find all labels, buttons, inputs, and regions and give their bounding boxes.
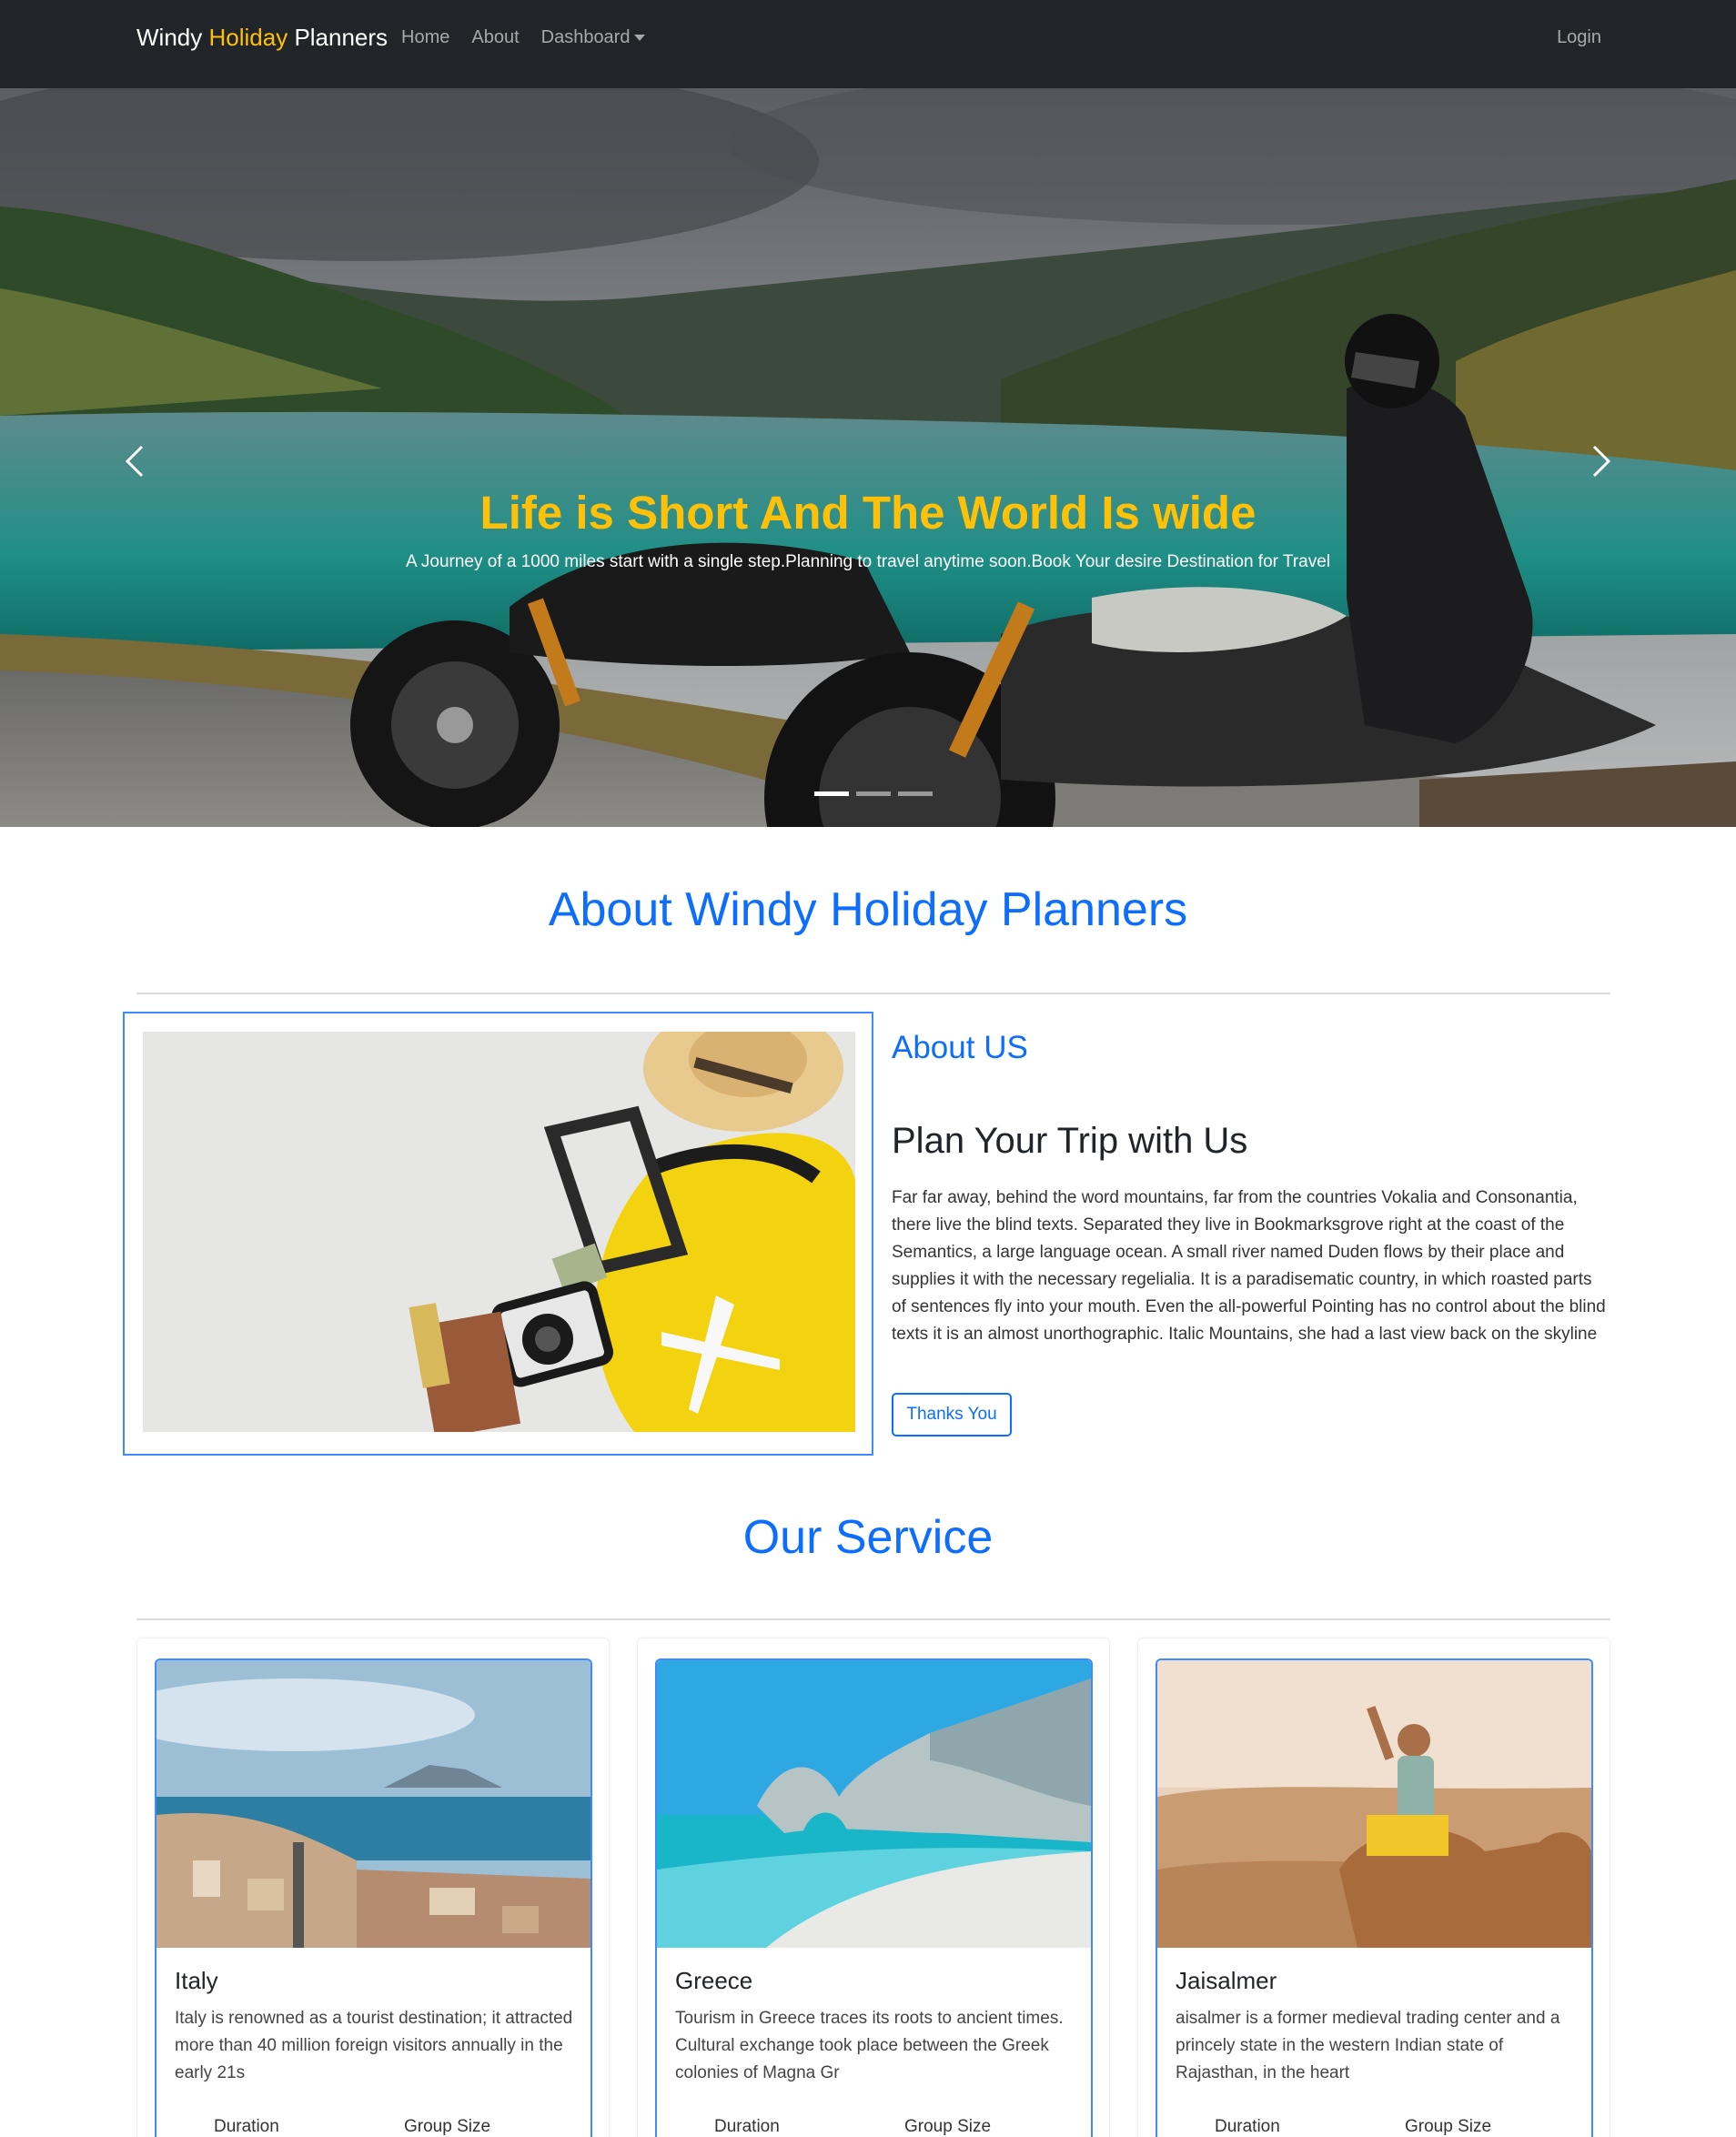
brand-text-planners: Planners <box>294 24 389 51</box>
service-section-title: Our Service <box>742 1511 994 1564</box>
group-size-label: Group Size <box>904 2117 992 2136</box>
about-us-heading: About US <box>892 1030 1028 1065</box>
login-link[interactable]: Login <box>1557 27 1601 48</box>
card-title: Italy <box>175 1967 218 1994</box>
thanks-you-button[interactable]: Thanks You <box>892 1393 1012 1436</box>
group-size-label: Group Size <box>404 2117 491 2136</box>
service-card-wrapper: Greece Tourism in Greece traces its root… <box>637 1638 1110 2137</box>
nav-link-about[interactable]: About <box>471 27 519 48</box>
card-description: Tourism in Greece traces its roots to an… <box>675 2009 1064 2082</box>
brand-logo[interactable]: Windy Holiday Planners <box>136 24 388 52</box>
duration-label: Duration <box>214 2117 279 2136</box>
carousel-prev-button[interactable] <box>107 434 162 489</box>
divider <box>136 1618 1610 1620</box>
carousel-indicator-3[interactable] <box>898 791 933 796</box>
service-card-wrapper: Jaisalmer aisalmer is a former medieval … <box>1137 1638 1610 2137</box>
service-card-jaisalmer[interactable]: Jaisalmer aisalmer is a former medieval … <box>1156 1658 1593 2137</box>
duration-label: Duration <box>1215 2117 1280 2136</box>
service-card-greece[interactable]: Greece Tourism in Greece traces its root… <box>655 1658 1093 2137</box>
brand-text-windy: Windy <box>136 24 203 51</box>
card-description: Italy is renowned as a tourist destinati… <box>175 2009 573 2082</box>
divider <box>136 993 1610 994</box>
hero-subtitle: A Journey of a 1000 miles start with a s… <box>405 552 1330 571</box>
group-size-label: Group Size <box>1405 2117 1492 2136</box>
card-description: aisalmer is a former medieval trading ce… <box>1176 2009 1560 2082</box>
italy-image <box>156 1660 590 1948</box>
hero-title: Life is Short And The World Is wide <box>479 487 1257 539</box>
service-card-wrapper: Italy Italy is renowned as a tourist des… <box>136 1638 610 2137</box>
carousel-indicator-2[interactable] <box>856 791 891 796</box>
nav-links: Home About Dashboard <box>401 27 667 48</box>
brand-text-holiday: Holiday <box>208 24 288 51</box>
jaisalmer-image <box>1157 1660 1591 1948</box>
travel-essentials-image <box>143 1032 855 1432</box>
greece-image <box>657 1660 1091 1948</box>
about-section-title: About Windy Holiday Planners <box>548 883 1188 936</box>
about-image-frame <box>123 1012 873 1456</box>
about-paragraph: Far far away, behind the word mountains,… <box>892 1188 1606 1344</box>
hero-image <box>0 88 1736 827</box>
service-card-italy[interactable]: Italy Italy is renowned as a tourist des… <box>155 1658 592 2137</box>
chevron-right-icon <box>1592 445 1611 478</box>
carousel-indicator-1[interactable] <box>814 791 849 796</box>
duration-label: Duration <box>714 2117 780 2136</box>
carousel-indicators <box>814 791 933 796</box>
hero-carousel: Life is Short And The World Is wide A Jo… <box>0 88 1736 827</box>
card-title: Jaisalmer <box>1176 1967 1277 1994</box>
caret-down-icon <box>634 35 646 42</box>
nav-link-home[interactable]: Home <box>401 27 449 48</box>
dashboard-label: Dashboard <box>540 27 631 47</box>
nav-dropdown-dashboard[interactable]: Dashboard <box>541 27 646 48</box>
chevron-left-icon <box>125 445 144 478</box>
card-title: Greece <box>675 1967 753 1994</box>
plan-trip-heading: Plan Your Trip with Us <box>892 1121 1248 1161</box>
carousel-next-button[interactable] <box>1574 434 1629 489</box>
top-navbar: Windy Holiday Planners Home About Dashbo… <box>0 0 1736 88</box>
